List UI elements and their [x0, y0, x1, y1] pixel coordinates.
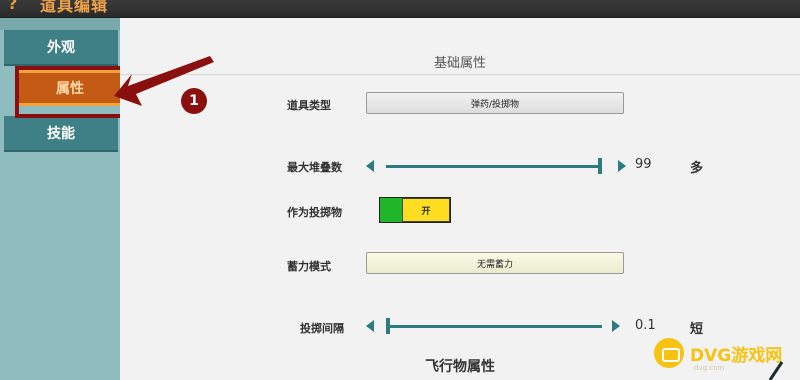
right-arrow-icon[interactable]	[618, 160, 626, 172]
max-stack-value: 99	[635, 157, 652, 172]
window-title: 道具编辑	[40, 0, 109, 15]
max-stack-unit: 多	[690, 161, 704, 176]
throw-interval-slider[interactable]	[366, 316, 626, 336]
charge-mode-dropdown[interactable]: 无需蓄力	[366, 252, 624, 274]
max-stack-slider[interactable]	[366, 156, 626, 176]
charge-mode-label: 蓄力模式	[287, 260, 331, 273]
slider-track	[386, 165, 602, 168]
toggle-knob[interactable]: 开	[402, 198, 450, 222]
annotation-badge: 1	[181, 88, 207, 114]
tab-appearance[interactable]: 外观	[4, 30, 118, 66]
item-type-label: 道具类型	[287, 99, 331, 112]
title-bar: ? 道具编辑	[0, 0, 800, 18]
throwable-label: 作为投掷物	[287, 206, 342, 219]
left-arrow-icon[interactable]	[366, 320, 374, 332]
right-arrow-icon[interactable]	[612, 320, 620, 332]
throw-interval-label: 投掷间隔	[300, 322, 344, 335]
slider-thumb[interactable]	[598, 158, 602, 174]
left-arrow-icon[interactable]	[366, 160, 374, 172]
toggle-on-indicator	[380, 198, 402, 222]
throw-interval-value: 0.1	[635, 318, 656, 333]
slider-track	[386, 325, 602, 328]
corner-pointer	[768, 361, 784, 380]
watermark-subtext: dvg.com	[694, 364, 725, 372]
tab-skills[interactable]: 技能	[4, 116, 118, 152]
slider-thumb[interactable]	[386, 318, 390, 334]
gamepad-icon	[654, 338, 684, 368]
sidebar-header	[0, 18, 120, 30]
max-stack-label: 最大堆叠数	[287, 161, 342, 174]
throwable-toggle[interactable]: 开	[379, 197, 451, 223]
throw-interval-unit: 短	[690, 322, 704, 337]
annotation-arrow	[114, 56, 214, 106]
help-icon[interactable]: ?	[8, 0, 17, 13]
item-type-dropdown[interactable]: 弹药/投掷物	[366, 92, 624, 114]
